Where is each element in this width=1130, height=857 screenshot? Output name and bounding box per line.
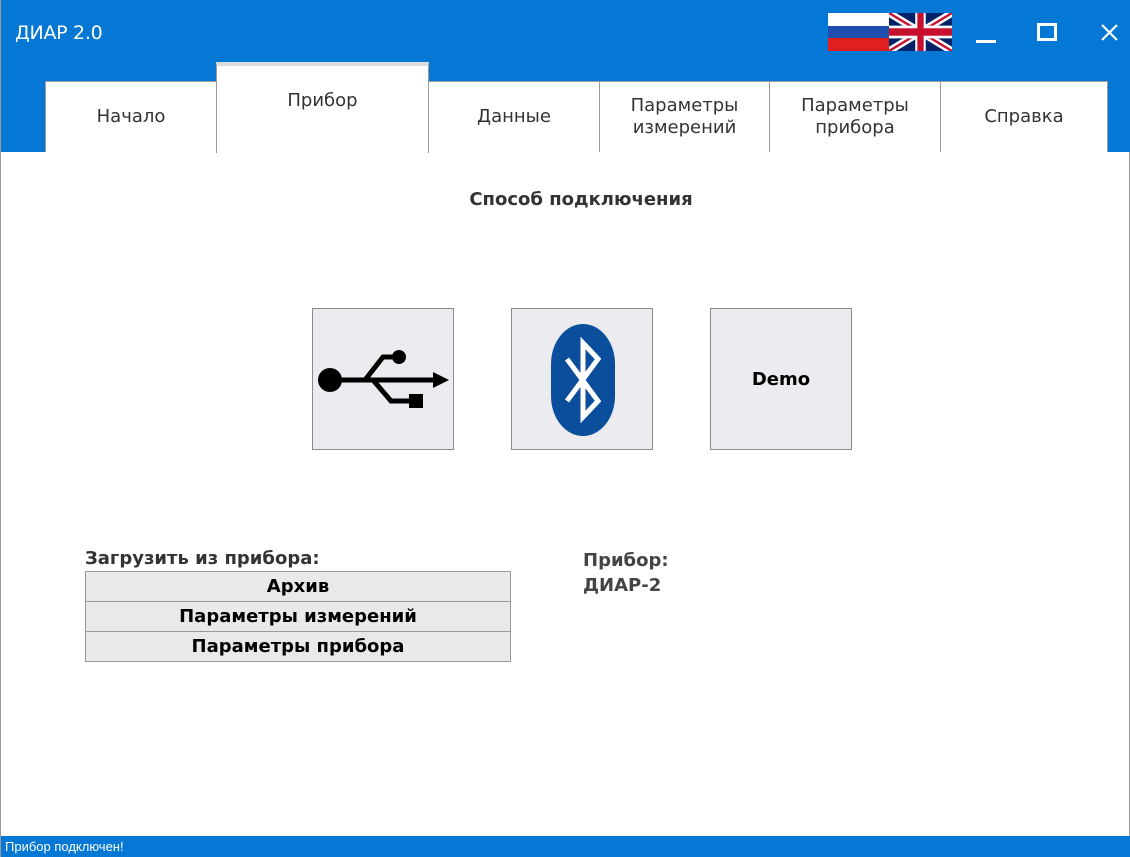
- title-bar: ДИАР 2.0 Начало Прибор Данные Параметры …: [1, 0, 1130, 153]
- tab-device-params[interactable]: Параметры прибора: [769, 81, 941, 152]
- usb-connect-button[interactable]: [312, 308, 454, 450]
- status-bar: Прибор подключен!: [1, 836, 1130, 857]
- close-icon: [1101, 24, 1118, 41]
- minimize-button[interactable]: [963, 14, 1009, 50]
- bluetooth-connect-button[interactable]: [511, 308, 653, 450]
- load-device-params-button[interactable]: Параметры прибора: [85, 631, 511, 662]
- button-label: Параметры прибора: [191, 636, 405, 657]
- tab-start[interactable]: Начало: [45, 81, 217, 152]
- uk-flag-icon[interactable]: [887, 9, 954, 55]
- button-label: Параметры измерений: [179, 606, 417, 627]
- tab-label: Прибор: [287, 90, 358, 111]
- usb-icon: [318, 350, 449, 408]
- device-label: Прибор:: [583, 550, 669, 571]
- tab-label: Справка: [984, 106, 1064, 128]
- demo-button[interactable]: Demo: [710, 308, 852, 450]
- tab-label: Начало: [96, 106, 166, 128]
- close-button[interactable]: [1086, 14, 1130, 50]
- tab-measurement-params[interactable]: Параметры измерений: [599, 81, 770, 152]
- maximize-button[interactable]: [1025, 14, 1071, 50]
- load-archive-button[interactable]: Архив: [85, 571, 511, 602]
- app-title: ДИАР 2.0: [15, 22, 103, 44]
- tab-label: Параметры прибора: [801, 95, 909, 138]
- load-from-device-label: Загрузить из прибора:: [85, 548, 320, 569]
- tab-device[interactable]: Прибор: [216, 62, 429, 153]
- ru-flag-icon[interactable]: [828, 13, 889, 51]
- device-value: ДИАР-2: [583, 575, 662, 596]
- bluetooth-icon: [551, 324, 615, 436]
- tab-data[interactable]: Данные: [428, 81, 600, 152]
- button-label: Архив: [266, 576, 330, 597]
- status-text: Прибор подключен!: [5, 839, 124, 854]
- demo-label: Demo: [751, 368, 811, 390]
- tab-label: Параметры измерений: [630, 95, 739, 138]
- app-window: ДИАР 2.0 Начало Прибор Данные Параметры …: [0, 0, 1130, 857]
- tab-label: Данные: [477, 106, 551, 128]
- connection-title: Способ подключения: [469, 189, 693, 210]
- tab-help[interactable]: Справка: [940, 81, 1108, 152]
- load-measurement-params-button[interactable]: Параметры измерений: [85, 601, 511, 632]
